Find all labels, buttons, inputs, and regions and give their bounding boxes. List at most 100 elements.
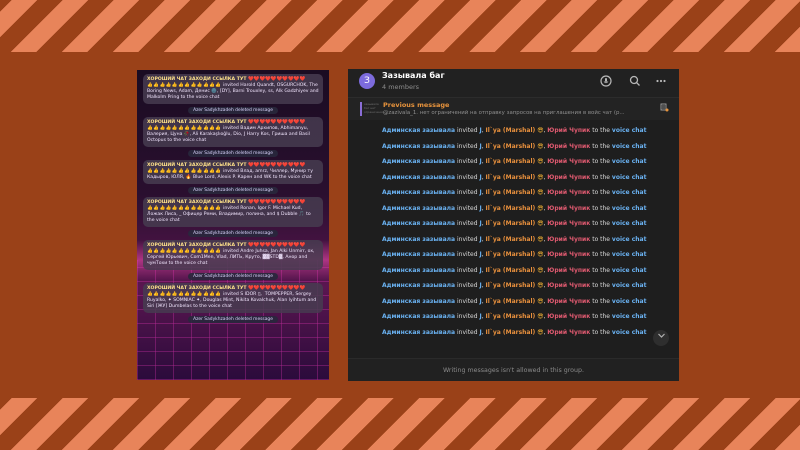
chat-avatar[interactable]: З (359, 73, 375, 89)
message-text: to the (590, 158, 612, 165)
striped-background-bottom (0, 398, 800, 450)
user-link[interactable]: Админская зазывала (382, 143, 455, 150)
more-icon[interactable] (654, 75, 668, 89)
deleted-notice: Azer Sadykhzadeh deleted message (188, 150, 278, 157)
message-text: invited (455, 220, 480, 227)
deleted-notice: Azer Sadykhzadeh deleted message (188, 316, 278, 323)
phone-message-bubble: ХОРОШИЙ ЧАТ ЗАХОДИ ССЫЛКА ТУТ ❤️❤️❤️❤️❤️… (143, 197, 323, 227)
user-link[interactable]: Юрий Чупик (547, 143, 590, 150)
user-link[interactable]: Юрий Чупик (547, 220, 590, 227)
user-link[interactable]: Юрий Чупик (547, 282, 590, 289)
user-link[interactable]: Il`ya (Marshal) (486, 189, 536, 196)
user-link[interactable]: Админская зазывала (382, 251, 455, 258)
user-link[interactable]: Il`ya (Marshal) (486, 174, 536, 181)
hearts-row: ❤️❤️❤️❤️❤️❤️❤️❤️❤️❤️ (248, 200, 306, 205)
user-link[interactable]: Админская зазывала (382, 174, 455, 181)
phone-screenshot: ХОРОШИЙ ЧАТ ЗАХОДИ ССЫЛКА ТУТ ❤️❤️❤️❤️❤️… (137, 70, 329, 380)
user-link[interactable]: Юрий Чупик (547, 251, 590, 258)
user-link[interactable]: Юрий Чупик (547, 329, 590, 336)
service-message: Админская зазывала invited J, Il`ya (Mar… (348, 263, 679, 279)
user-link[interactable]: Юрий Чупик (547, 205, 590, 212)
voice-chat-link[interactable]: voice chat (612, 313, 647, 320)
user-link[interactable]: Юрий Чупик (547, 236, 590, 243)
message-text: to the (590, 173, 612, 181)
user-link[interactable]: Админская зазывала (382, 205, 455, 212)
voice-chat-link[interactable]: voice chat (612, 236, 647, 243)
telegram-window: З Зазывала баг 4 members зазывала баг не… (348, 69, 679, 381)
user-link[interactable]: Юрий Чупик (547, 298, 590, 305)
user-link[interactable]: Админская зазывала (382, 236, 455, 243)
user-link[interactable]: Юрий Чупик (547, 267, 590, 274)
deleted-notice: Azer Sadykhzadeh deleted message (188, 187, 278, 194)
message-text: invited (455, 266, 480, 274)
search-icon[interactable] (628, 75, 642, 89)
voice-chat-link[interactable]: voice chat (612, 158, 647, 165)
phone-message-block: ХОРОШИЙ ЧАТ ЗАХОДИ ССЫЛКА ТУТ ❤️❤️❤️❤️❤️… (143, 283, 323, 323)
voice-chat-link[interactable]: voice chat (612, 205, 647, 212)
voice-chat-link[interactable]: voice chat (612, 329, 647, 336)
chat-header[interactable]: З Зазывала баг 4 members (348, 69, 679, 97)
user-link[interactable]: Админская зазывала (382, 220, 455, 227)
user-link[interactable]: Юрий Чупик (547, 174, 590, 181)
user-link[interactable]: Il`ya (Marshal) (486, 282, 536, 289)
service-message: Админская зазывала invited J, Il`ya (Mar… (348, 247, 679, 263)
user-link[interactable]: Il`ya (Marshal) (486, 220, 536, 227)
pinned-message-bar[interactable]: зазывала баг нет ограничений Previous me… (348, 97, 679, 120)
invite-header: ХОРОШИЙ ЧАТ ЗАХОДИ ССЫЛКА ТУТ (147, 286, 247, 291)
user-link[interactable]: Админская зазывала (382, 313, 455, 320)
user-link[interactable]: Il`ya (Marshal) (486, 205, 536, 212)
service-message: Админская зазывала invited J, Il`ya (Mar… (348, 154, 679, 170)
user-link[interactable]: Юрий Чупик (547, 189, 590, 196)
voice-chat-link[interactable]: voice chat (612, 174, 647, 181)
voice-chat-link[interactable]: voice chat (612, 220, 647, 227)
user-link[interactable]: Админская зазывала (382, 298, 455, 305)
message-text: to the (590, 204, 612, 212)
user-link[interactable]: Юрий Чупик (547, 158, 590, 165)
invite-header: ХОРОШИЙ ЧАТ ЗАХОДИ ССЫЛКА ТУТ (147, 77, 247, 82)
user-link[interactable]: Il`ya (Marshal) (486, 313, 536, 320)
user-link[interactable]: Админская зазывала (382, 282, 455, 289)
user-link[interactable]: Админская зазывала (382, 267, 455, 274)
user-link[interactable]: Il`ya (Marshal) (486, 329, 536, 336)
user-link[interactable]: Админская зазывала (382, 329, 455, 336)
voice-chat-link[interactable]: voice chat (612, 282, 647, 289)
voice-chat-link[interactable]: voice chat (612, 143, 647, 150)
user-link[interactable]: Юрий Чупик (547, 313, 590, 320)
phone-message-bubble: ХОРОШИЙ ЧАТ ЗАХОДИ ССЫЛКА ТУТ ❤️❤️❤️❤️❤️… (143, 240, 323, 270)
pin-list-icon[interactable] (660, 103, 669, 114)
voice-chat-link[interactable]: voice chat (612, 267, 647, 274)
user-link[interactable]: Админская зазывала (382, 158, 455, 165)
user-link[interactable]: Il`ya (Marshal) (486, 143, 536, 150)
message-text: invited (455, 173, 480, 181)
user-link[interactable]: Il`ya (Marshal) (486, 251, 536, 258)
service-message: Админская зазывала invited J, Il`ya (Mar… (348, 278, 679, 294)
message-text: to the (590, 235, 612, 243)
user-link[interactable]: Il`ya (Marshal) (486, 236, 536, 243)
message-text: invited (455, 297, 480, 305)
user-link[interactable]: Il`ya (Marshal) (486, 298, 536, 305)
chat-title[interactable]: Зазывала баг (382, 71, 445, 80)
user-link[interactable]: Il`ya (Marshal) (486, 267, 536, 274)
voice-chat-icon[interactable] (599, 75, 613, 89)
user-link[interactable]: Админская зазывала (382, 189, 455, 196)
message-text: invited (455, 235, 480, 243)
message-text: to the (590, 282, 612, 289)
message-text: to the (590, 251, 612, 258)
hearts-row: ❤️❤️❤️❤️❤️❤️❤️❤️❤️❤️ (248, 286, 306, 291)
message-text: invited (455, 328, 480, 336)
message-text: invited (455, 251, 480, 258)
voice-chat-link[interactable]: voice chat (612, 251, 647, 258)
voice-chat-link[interactable]: voice chat (612, 127, 647, 134)
user-link[interactable]: Il`ya (Marshal) (486, 127, 536, 134)
phone-message-list: ХОРОШИЙ ЧАТ ЗАХОДИ ССЫЛКА ТУТ ❤️❤️❤️❤️❤️… (137, 74, 329, 326)
service-message: Админская зазывала invited J, Il`ya (Mar… (348, 123, 679, 139)
service-message: Админская зазывала invited J, Il`ya (Mar… (348, 309, 679, 325)
user-link[interactable]: Юрий Чупик (547, 127, 590, 134)
voice-chat-link[interactable]: voice chat (612, 298, 647, 305)
service-message: Админская зазывала invited J, Il`ya (Mar… (348, 185, 679, 201)
phone-message-block: ХОРОШИЙ ЧАТ ЗАХОДИ ССЫЛКА ТУТ ❤️❤️❤️❤️❤️… (143, 117, 323, 157)
voice-chat-link[interactable]: voice chat (612, 189, 647, 196)
chevron-down-icon[interactable] (653, 330, 669, 346)
user-link[interactable]: Il`ya (Marshal) (486, 158, 536, 165)
user-link[interactable]: Админская зазывала (382, 127, 455, 134)
